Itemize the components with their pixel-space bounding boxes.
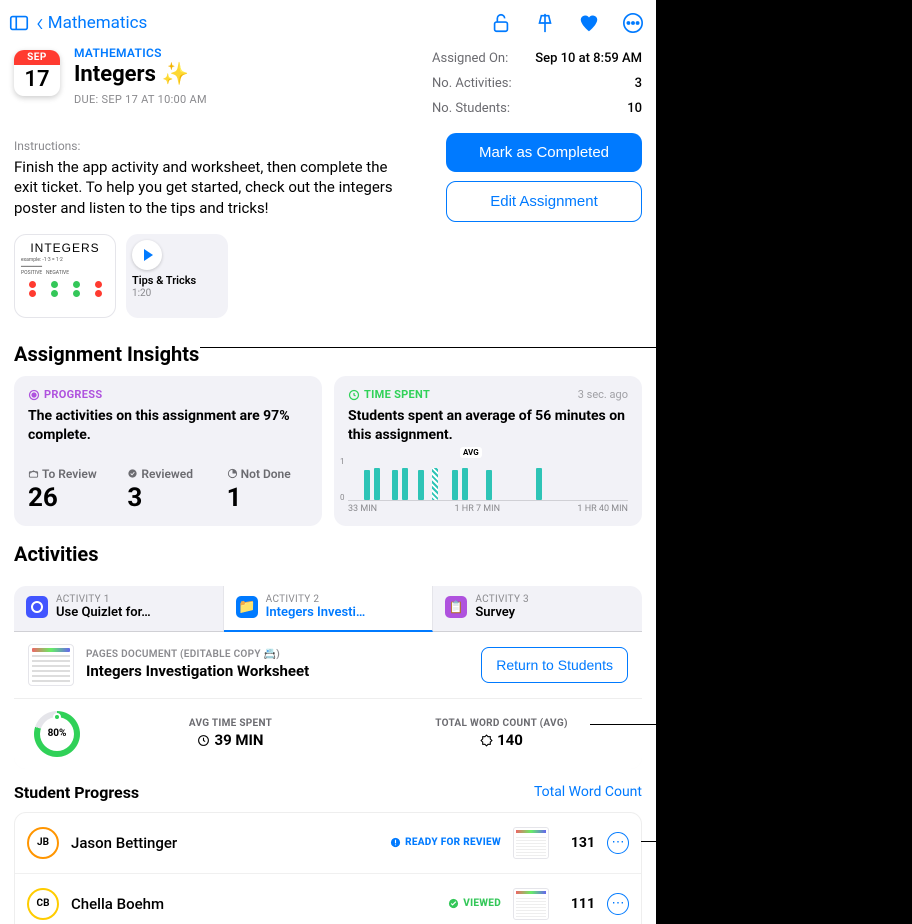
row-more-button[interactable]: ⋯ (607, 893, 629, 915)
tab-activity-2[interactable]: 📁 ACTIVITY 2Integers Investi… (224, 586, 434, 632)
mark-completed-button[interactable]: Mark as Completed (446, 133, 642, 172)
word-count-value: 131 (561, 835, 595, 851)
student-row[interactable]: CB Chella Boehm VIEWED 111 ⋯ (15, 874, 641, 924)
play-icon (132, 240, 162, 270)
student-name: Chella Boehm (71, 895, 436, 913)
due-label: DUE: SEP 17 AT 10:00 AM (74, 93, 207, 106)
progress-card[interactable]: PROGRESS The activities on this assignme… (14, 376, 322, 526)
callout-line (200, 347, 656, 348)
insights-title: Assignment Insights (0, 336, 656, 376)
category-label: MATHEMATICS (74, 46, 207, 60)
activity-tabs: ACTIVITY 1Use Quizlet for… 📁 ACTIVITY 2I… (14, 586, 642, 632)
avatar: JB (27, 827, 59, 859)
activities-title: Activities (0, 526, 656, 576)
instructions-label: Instructions: (0, 121, 410, 157)
student-list: JB Jason Bettinger READY FOR REVIEW 131 … (14, 812, 642, 924)
status-badge: READY FOR REVIEW (390, 837, 501, 848)
more-icon[interactable] (622, 12, 644, 34)
activities-card: ACTIVITY 1Use Quizlet for… 📁 ACTIVITY 2I… (14, 586, 642, 769)
unlock-icon[interactable] (490, 12, 512, 34)
folder-icon: 📁 (236, 596, 258, 618)
percent-ring: 80% (34, 711, 80, 757)
progress-tag: PROGRESS (28, 388, 308, 401)
time-subtext: 3 sec. ago (578, 388, 628, 401)
row-more-button[interactable]: ⋯ (607, 832, 629, 854)
pin-icon[interactable] (534, 12, 556, 34)
status-badge: VIEWED (448, 898, 501, 909)
document-title: Integers Investigation Worksheet (86, 662, 469, 680)
attachment-audio[interactable]: Tips & Tricks 1:20 (126, 234, 228, 318)
quizlet-icon (26, 596, 48, 618)
time-chart: 1 0 AVG (348, 459, 628, 501)
attachment-poster[interactable]: INTEGERS example: -1·3 = 1·2━━━━━━━POSIT… (14, 234, 116, 318)
document-row: PAGES DOCUMENT (EDITABLE COPY 📇) Integer… (14, 632, 642, 698)
callout-line (590, 724, 656, 725)
time-spent-card[interactable]: TIME SPENT 3 sec. ago Students spent an … (334, 376, 642, 526)
progress-text: The activities on this assignment are 97… (28, 407, 308, 445)
badge-icon (480, 734, 493, 747)
student-name: Jason Bettinger (71, 834, 378, 852)
work-thumbnail[interactable] (513, 888, 549, 920)
word-count-value: 111 (561, 896, 595, 912)
document-thumbnail[interactable] (28, 644, 74, 686)
top-bar: ‹ Mathematics (0, 0, 656, 46)
back-label: Mathematics (48, 13, 148, 33)
tab-activity-3[interactable]: 📋 ACTIVITY 3Survey (433, 586, 642, 631)
back-button[interactable]: ‹ Mathematics (8, 8, 147, 38)
assignment-meta: Assigned On:Sep 10 at 8:59 AM No. Activi… (432, 46, 642, 121)
sparkle-icon: ✨ (162, 62, 189, 87)
sort-dropdown[interactable]: Total Word Count (534, 784, 642, 800)
tab-activity-1[interactable]: ACTIVITY 1Use Quizlet for… (14, 586, 224, 631)
clock-icon (197, 734, 210, 747)
date-month: SEP (14, 50, 60, 65)
survey-icon: 📋 (445, 596, 467, 618)
return-to-students-button[interactable]: Return to Students (481, 647, 628, 683)
metrics-row: 80% AVG TIME SPENT 39 MIN TOTAL WORD COU… (14, 698, 642, 769)
student-progress-title: Student Progress (14, 783, 139, 802)
date-day: 17 (14, 65, 60, 92)
avatar: CB (27, 888, 59, 920)
work-thumbnail[interactable] (513, 827, 549, 859)
callout-line (641, 841, 656, 842)
assignment-title: Integers ✨ (74, 62, 207, 87)
attachments-row: INTEGERS example: -1·3 = 1·2━━━━━━━POSIT… (0, 222, 656, 336)
edit-assignment-button[interactable]: Edit Assignment (446, 181, 642, 222)
time-tag: TIME SPENT (348, 388, 430, 401)
chevron-left-icon: ‹ (36, 8, 44, 38)
student-row[interactable]: JB Jason Bettinger READY FOR REVIEW 131 … (15, 813, 641, 874)
heart-icon[interactable] (578, 12, 600, 34)
date-chip: SEP 17 (14, 50, 60, 96)
instructions-text: Finish the app activity and worksheet, t… (0, 157, 410, 218)
assignment-header: SEP 17 MATHEMATICS Integers ✨ DUE: SEP 1… (0, 46, 656, 121)
time-text: Students spent an average of 56 minutes … (348, 407, 628, 445)
sidebar-toggle-icon[interactable] (8, 12, 30, 34)
document-type: PAGES DOCUMENT (EDITABLE COPY 📇) (86, 649, 469, 660)
